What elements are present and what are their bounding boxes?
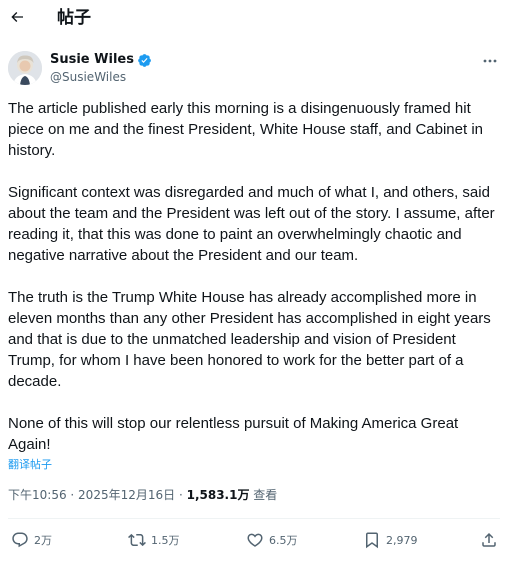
tweet-meta: 下午10:56 · 2025年12月16日 · 1,583.1万 查看 bbox=[8, 487, 277, 503]
like-button[interactable]: 6.5万 bbox=[246, 528, 298, 552]
action-bar: 2万 1.5万 6.5万 2,979 bbox=[0, 528, 508, 552]
like-count: 6.5万 bbox=[269, 534, 298, 547]
author-name-row: Susie Wiles bbox=[50, 52, 152, 68]
back-button[interactable] bbox=[7, 7, 27, 27]
page-title: 帖子 bbox=[57, 8, 91, 28]
tweet-body: The article published early this morning… bbox=[8, 98, 502, 455]
arrow-left-icon bbox=[11, 12, 23, 22]
top-bar: 帖子 bbox=[0, 0, 508, 38]
tweet-paragraph: Significant context was disregarded and … bbox=[8, 184, 495, 264]
reply-button[interactable]: 2万 bbox=[11, 528, 52, 552]
tweet-paragraph: The article published early this morning… bbox=[8, 100, 484, 159]
bookmark-count: 2,979 bbox=[386, 533, 418, 547]
repost-count: 1.5万 bbox=[151, 534, 180, 547]
bookmark-icon bbox=[366, 532, 378, 549]
avatar[interactable] bbox=[8, 51, 42, 85]
meta-separator: · bbox=[66, 488, 79, 502]
heart-icon bbox=[247, 533, 263, 547]
tweet-date[interactable]: 2025年12月16日 bbox=[78, 488, 175, 502]
meta-separator: · bbox=[175, 488, 187, 502]
bookmark-button[interactable]: 2,979 bbox=[363, 528, 418, 552]
repost-icon bbox=[128, 533, 146, 547]
repost-button[interactable]: 1.5万 bbox=[128, 528, 180, 552]
share-button[interactable] bbox=[480, 528, 498, 552]
author-display-name[interactable]: Susie Wiles bbox=[50, 52, 134, 68]
author-handle[interactable]: @SusieWiles bbox=[50, 70, 126, 85]
tweet-paragraph: The truth is the Trump White House has a… bbox=[8, 289, 491, 390]
more-horizontal-icon bbox=[483, 59, 497, 63]
reply-count: 2万 bbox=[34, 534, 52, 547]
verified-badge-icon[interactable] bbox=[137, 53, 152, 68]
views-label: 查看 bbox=[249, 488, 278, 502]
tweet-paragraph: None of this will stop our relentless pu… bbox=[8, 415, 459, 453]
author-row: Susie Wiles @SusieWiles bbox=[0, 46, 508, 90]
translate-post-link[interactable]: 翻译帖子 bbox=[8, 458, 52, 472]
views-count: 1,583.1万 bbox=[186, 488, 250, 502]
share-icon bbox=[482, 532, 496, 547]
more-button[interactable] bbox=[480, 54, 500, 68]
tweet-time[interactable]: 下午10:56 bbox=[8, 488, 67, 502]
reply-icon bbox=[12, 532, 28, 548]
divider bbox=[8, 518, 500, 519]
